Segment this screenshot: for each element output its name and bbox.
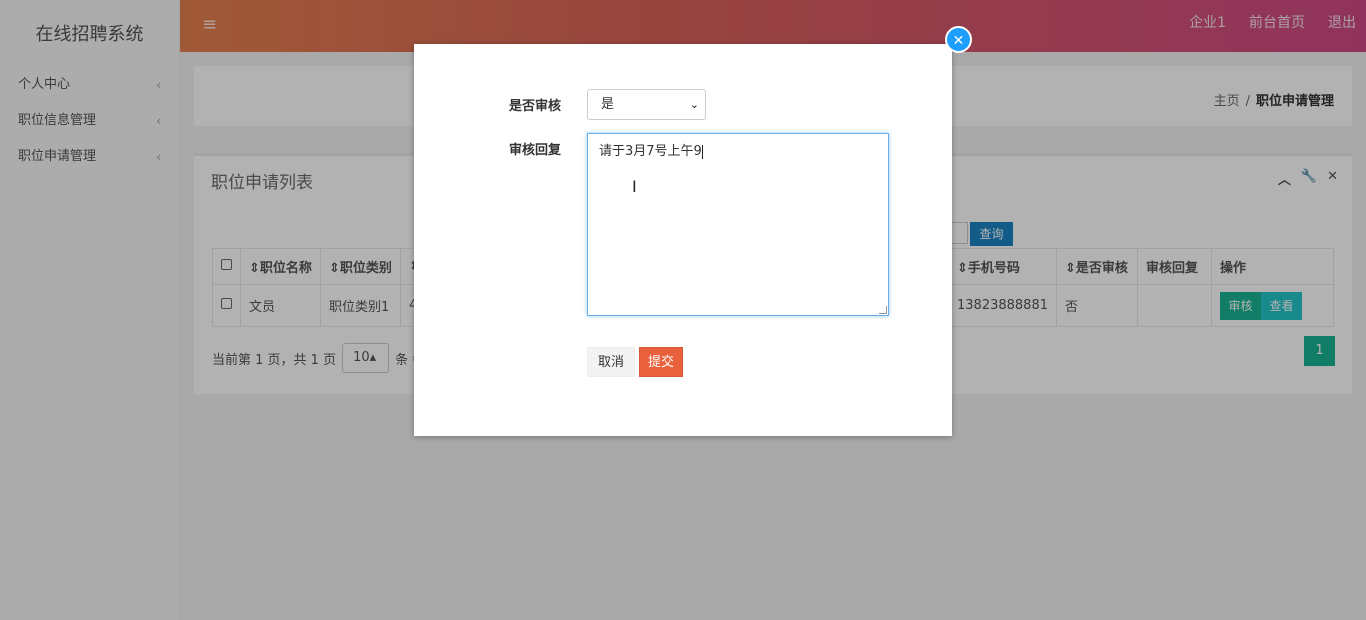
reply-label: 审核回复: [509, 143, 562, 158]
audit-modal: 是否审核 是 ⌄ 审核回复 请于3月7号上午9 I 取消 提交: [414, 44, 952, 436]
text-caret: [701, 144, 703, 159]
ibeam-cursor-icon: I: [632, 177, 637, 196]
submit-button[interactable]: 提交: [639, 347, 683, 377]
cancel-button[interactable]: 取消: [587, 347, 635, 377]
audit-label: 是否审核: [509, 99, 562, 114]
chevron-down-icon: ⌄: [689, 98, 699, 111]
audit-select-value: 是: [601, 97, 615, 112]
reply-text: 请于3月7号上午9: [599, 144, 702, 159]
reply-textarea[interactable]: 请于3月7号上午9: [587, 133, 889, 316]
close-modal-icon[interactable]: ✕: [945, 26, 972, 53]
resize-grip-icon[interactable]: [879, 306, 887, 314]
audit-select[interactable]: 是 ⌄: [587, 89, 706, 120]
